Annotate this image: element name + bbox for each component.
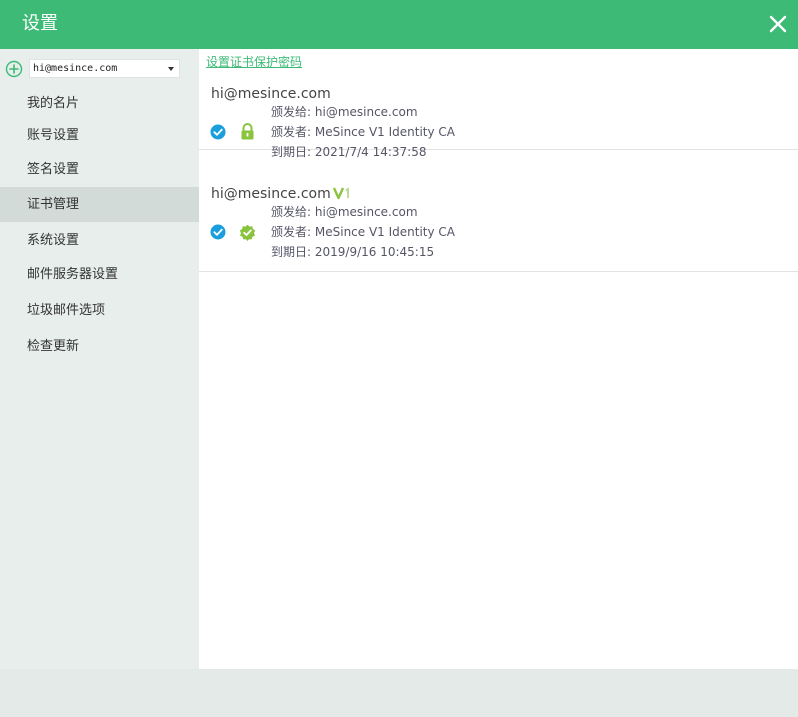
expiry-label: 到期日: xyxy=(271,245,312,259)
certificate-item[interactable]: hi@mesince.com 颁发给: hi@mesince.com 颁发者: … xyxy=(199,172,798,272)
issued-to-label: 颁发给: xyxy=(271,205,312,219)
main-content: 设置证书保护密码 hi@mesince.com 颁发给: hi@mesince.… xyxy=(199,49,798,669)
issued-to-row: 颁发给: hi@mesince.com xyxy=(271,104,418,120)
chevron-down-icon xyxy=(168,67,174,71)
issued-to-label: 颁发给: xyxy=(271,105,312,119)
expiry-value: 2021/7/4 14:37:58 xyxy=(314,145,427,159)
sidebar-item-label: 邮件服务器设置 xyxy=(27,267,119,282)
sidebar-item-label: 我的名片 xyxy=(27,96,80,111)
issued-to-value: hi@mesince.com xyxy=(314,205,418,219)
sidebar-item-label: 证书管理 xyxy=(27,197,80,212)
sidebar-item-spam-options[interactable]: 垃圾邮件选项 xyxy=(0,293,199,328)
issuer-row: 颁发者: MeSince V1 Identity CA xyxy=(271,224,455,240)
certificate-email: hi@mesince.com xyxy=(211,86,331,102)
account-row: hi@mesince.com xyxy=(0,58,199,80)
issued-to-row: 颁发给: hi@mesince.com xyxy=(271,204,418,220)
sidebar-item-system-settings[interactable]: 系统设置 xyxy=(0,223,199,258)
sidebar-item-label: 垃圾邮件选项 xyxy=(27,303,106,318)
issuer-label: 颁发者: xyxy=(271,125,312,139)
check-circle-icon[interactable] xyxy=(210,124,226,140)
expiry-value: 2019/9/16 10:45:15 xyxy=(314,245,435,259)
close-icon[interactable] xyxy=(768,14,788,34)
expiry-row: 到期日: 2021/7/4 14:37:58 xyxy=(271,144,426,160)
check-circle-icon[interactable] xyxy=(210,224,226,240)
issuer-value: MeSince V1 Identity CA xyxy=(314,225,456,239)
sidebar-item-label: 检查更新 xyxy=(27,339,80,354)
sidebar-item-my-card[interactable]: 我的名片 xyxy=(0,86,199,121)
expiry-label: 到期日: xyxy=(271,145,312,159)
lock-icon xyxy=(241,123,254,140)
expiry-row: 到期日: 2019/9/16 10:45:15 xyxy=(271,244,434,260)
issued-to-value: hi@mesince.com xyxy=(314,105,418,119)
account-select-value: hi@mesince.com xyxy=(33,63,118,74)
issuer-value: MeSince V1 Identity CA xyxy=(314,125,456,139)
certificate-email: hi@mesince.com xyxy=(211,186,331,202)
window-title: 设置 xyxy=(22,13,58,34)
sidebar-item-certificate-management[interactable]: 证书管理 xyxy=(0,187,199,222)
add-account-icon[interactable] xyxy=(5,60,23,78)
sidebar-item-account-settings[interactable]: 账号设置 xyxy=(0,118,199,153)
issuer-label: 颁发者: xyxy=(271,225,312,239)
account-select[interactable]: hi@mesince.com xyxy=(29,59,180,78)
v1-badge-icon xyxy=(333,187,349,200)
certificate-item[interactable]: hi@mesince.com 颁发给: hi@mesince.com 颁发者: … xyxy=(199,49,798,159)
sidebar-item-label: 账号设置 xyxy=(27,128,80,143)
sidebar: hi@mesince.com 我的名片 账号设置 签名设置 证书管理 系统设置 … xyxy=(0,49,199,669)
sidebar-item-signature-settings[interactable]: 签名设置 xyxy=(0,152,199,187)
sidebar-item-label: 签名设置 xyxy=(27,162,80,177)
issuer-row: 颁发者: MeSince V1 Identity CA xyxy=(271,124,455,140)
footer-bar xyxy=(0,669,798,717)
sidebar-item-mail-server-settings[interactable]: 邮件服务器设置 xyxy=(0,257,199,292)
sidebar-item-label: 系统设置 xyxy=(27,233,80,248)
verified-badge-icon xyxy=(239,224,256,241)
sidebar-item-check-updates[interactable]: 检查更新 xyxy=(0,329,199,364)
title-bar: 设置 xyxy=(0,0,798,49)
